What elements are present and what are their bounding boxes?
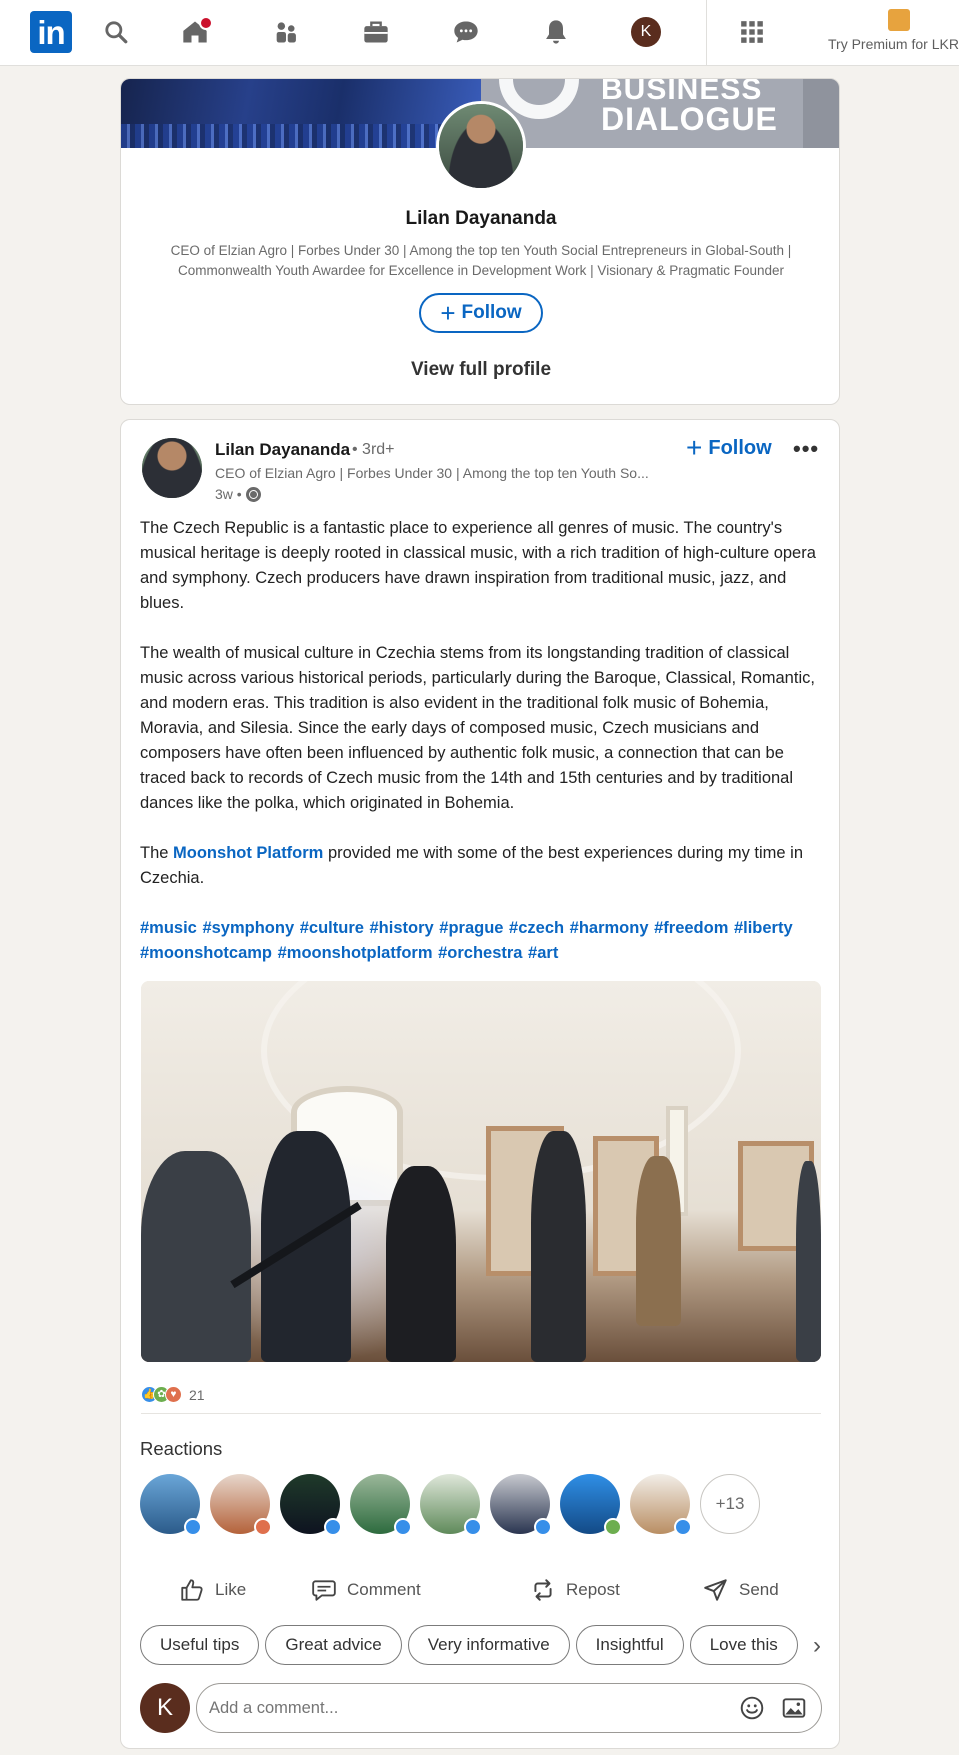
hashtags[interactable]: #music #symphony #culture #history #prag… [140, 916, 824, 966]
view-full-profile-link[interactable]: View full profile [121, 359, 839, 381]
comment-label: Comment [347, 1580, 421, 1599]
repost-button[interactable]: Repost [530, 1560, 620, 1620]
reactor-avatar[interactable] [280, 1474, 342, 1536]
paragraph-3-text-start: The [140, 844, 174, 862]
search-icon[interactable] [98, 14, 134, 50]
like-badge-icon [534, 1518, 552, 1536]
send-button[interactable]: Send [703, 1560, 779, 1620]
profile-headline: CEO of Elzian Agro | Forbes Under 30 | A… [170, 243, 792, 278]
author-name[interactable]: Lilan Dayananda [215, 440, 350, 460]
send-icon [704, 1579, 727, 1601]
connection-degree: • 3rd+ [352, 441, 395, 458]
suggestion-chip[interactable]: Useful tips [140, 1625, 260, 1665]
love-badge-icon [254, 1518, 272, 1536]
post-paragraph-2: The wealth of musical culture in Czechia… [140, 644, 815, 812]
comment-button[interactable]: Comment [311, 1560, 421, 1620]
reactor-avatar[interactable] [420, 1474, 482, 1536]
reaction-icons: 👍 ✿ ♥ [141, 1386, 182, 1403]
more-options-icon[interactable]: ••• [793, 436, 819, 462]
reactor-avatar[interactable] [560, 1474, 622, 1536]
reactor-avatar[interactable] [490, 1474, 552, 1536]
like-badge-icon [324, 1518, 342, 1536]
post-timestamp: 3w • [215, 486, 261, 502]
banner-side-strip [803, 79, 839, 148]
suggestion-chip[interactable]: Insightful [575, 1625, 684, 1665]
comment-box[interactable] [196, 1683, 822, 1733]
home-icon[interactable] [177, 14, 213, 50]
messaging-icon[interactable] [448, 14, 484, 50]
notification-dot [199, 16, 213, 30]
globe-icon [245, 486, 261, 502]
suggestion-chip[interactable]: Love this [689, 1625, 798, 1665]
love-reaction-icon: ♥ [165, 1386, 182, 1403]
author-avatar[interactable] [142, 438, 202, 498]
suggestion-chip[interactable]: Great advice [265, 1625, 402, 1665]
avatar: K [631, 17, 661, 47]
profile-card: BUSINESS DIALOGUE Lilan Dayananda CEO of… [120, 78, 840, 405]
linkedin-logo[interactable]: in [30, 11, 72, 53]
reactor-avatar[interactable] [350, 1474, 412, 1536]
jobs-icon[interactable] [358, 14, 394, 50]
my-network-icon[interactable] [268, 14, 304, 50]
post-paragraph-1: The Czech Republic is a fantastic place … [140, 519, 816, 612]
reaction-count: 21 [189, 1386, 205, 1403]
reactor-avatar[interactable] [210, 1474, 272, 1536]
send-label: Send [739, 1580, 779, 1599]
social-actions-bar: Like Comment Repost Send [121, 1560, 839, 1620]
post-text: The Czech Republic is a fantastic place … [140, 516, 824, 991]
apps-grid-icon[interactable] [734, 14, 770, 50]
chevron-right-icon[interactable]: › [813, 1632, 821, 1660]
banner-photo-crowd [121, 79, 481, 148]
reactor-avatar[interactable] [630, 1474, 692, 1536]
support-badge-icon [604, 1518, 622, 1536]
like-badge-icon [394, 1518, 412, 1536]
post-paragraph-3: The Moonshot Platform provided me with s… [140, 841, 824, 891]
divider [141, 1413, 821, 1414]
try-premium-link[interactable]: Try Premium for LKR [828, 36, 959, 52]
like-button[interactable]: Like [179, 1560, 246, 1620]
post-follow-button[interactable]: + Follow [686, 434, 772, 462]
plus-icon: + [440, 298, 456, 328]
reactions-heading: Reactions [140, 1438, 223, 1459]
image-icon[interactable] [779, 1693, 809, 1723]
post-image[interactable] [141, 981, 821, 1362]
follow-button[interactable]: + Follow [419, 293, 543, 333]
suggestion-chip[interactable]: Very informative [407, 1625, 570, 1665]
repost-label: Repost [566, 1580, 620, 1599]
repost-icon [534, 1579, 552, 1601]
banner-text-line2: DIALOGUE [601, 101, 778, 137]
comment-input[interactable] [209, 1698, 725, 1718]
follow-label: Follow [461, 302, 522, 323]
reactions-summary[interactable]: 👍 ✿ ♥ 21 [141, 1386, 205, 1403]
banner-graphic: BUSINESS DIALOGUE [481, 79, 839, 148]
post-follow-label: Follow [708, 436, 772, 459]
top-navigation-bar: in K Try Premium for LKR [0, 0, 959, 66]
more-reactors-button[interactable]: +13 [700, 1474, 760, 1534]
profile-name[interactable]: Lilan Dayananda [121, 208, 839, 230]
nav-divider [706, 0, 707, 66]
avatar: K [140, 1683, 190, 1733]
profile-photo[interactable] [436, 101, 526, 191]
reactors-list: +13 [140, 1474, 760, 1536]
notifications-icon[interactable] [538, 14, 574, 50]
comment-suggestions: Useful tips Great advice Very informativ… [140, 1625, 839, 1667]
like-badge-icon [184, 1518, 202, 1536]
post-card: Lilan Dayananda • 3rd+ CEO of Elzian Agr… [120, 419, 840, 1749]
post-time-label: 3w • [215, 486, 242, 502]
like-badge-icon [464, 1518, 482, 1536]
like-label: Like [215, 1580, 247, 1599]
author-headline: CEO of Elzian Agro | Forbes Under 30 | A… [215, 465, 649, 481]
moonshot-platform-link[interactable]: Moonshot Platform [173, 844, 323, 862]
thumbs-up-icon [181, 1579, 203, 1601]
plus-icon: + [686, 432, 703, 463]
me-menu[interactable]: K [628, 14, 664, 50]
premium-icon[interactable] [888, 9, 910, 31]
emoji-icon[interactable] [737, 1693, 767, 1723]
reactor-avatar[interactable] [140, 1474, 202, 1536]
comment-icon [312, 1580, 336, 1601]
like-badge-icon [674, 1518, 692, 1536]
